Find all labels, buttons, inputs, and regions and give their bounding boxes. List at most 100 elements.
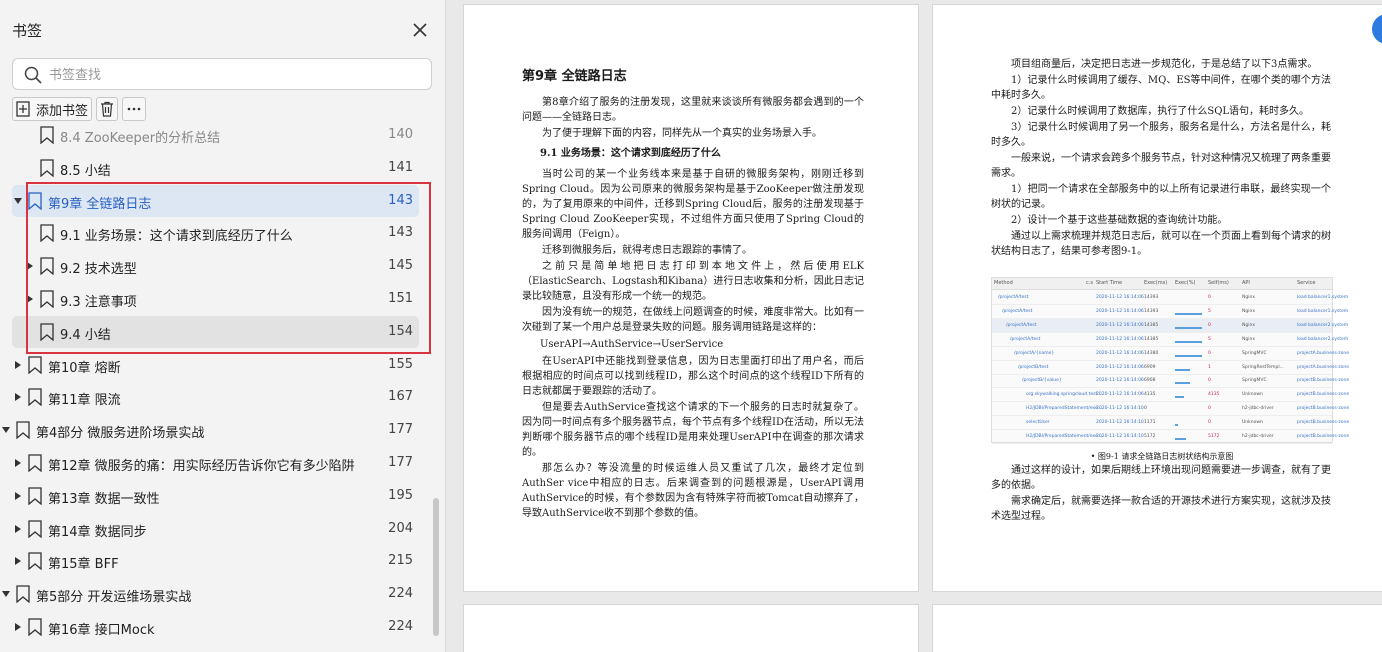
- figure-cell: 6909: [1144, 364, 1156, 370]
- bookmark-icon: [28, 519, 42, 538]
- figure-cell: 5172: [1208, 434, 1220, 439]
- figure-cell: 0: [1208, 406, 1211, 412]
- bookmark-item[interactable]: 9.2 技术选型 145: [12, 250, 419, 282]
- bookmark-item[interactable]: 8.4 ZooKeeper的分析总结 140: [12, 124, 419, 151]
- bookmark-page-number: 224: [388, 619, 413, 634]
- figure-cell: 0: [1144, 406, 1147, 412]
- bookmark-item[interactable]: 第13章 数据一致性 195: [12, 480, 419, 512]
- figure-cell: 5: [1208, 336, 1211, 342]
- figure-cell: h2-jdbc-driver: [1242, 406, 1274, 412]
- figure-header-cell: Method: [994, 280, 1013, 286]
- figure-row: /projectA/test 2020-11-12 16:14:06 14385 0 N…: [992, 318, 1348, 333]
- figure-cell: projectB.business-zone: [1297, 420, 1350, 426]
- bookmark-icon: [28, 388, 42, 407]
- bookmark-search-input[interactable]: [49, 63, 419, 87]
- bookmark-page-number: 204: [388, 520, 413, 536]
- figure-cell: 5172: [1144, 434, 1156, 439]
- figure-cell: SpringMVC: [1242, 378, 1267, 384]
- figure-cell: selectUser: [1026, 420, 1050, 426]
- figure-cell: 0: [1208, 295, 1211, 300]
- exec-percent-bar: [1175, 354, 1202, 357]
- collapse-arrow-icon[interactable]: [2, 426, 10, 434]
- expand-arrow-icon[interactable]: [14, 524, 22, 533]
- bookmark-item[interactable]: 第4部分 微服务进阶场景实战 177: [2, 414, 419, 446]
- sidebar-scrollbar[interactable]: [433, 498, 439, 636]
- bookmark-page-number: 151: [388, 291, 413, 306]
- bookmark-panel: 书签 添加书签 8.4 ZooKeeper的分析总结 140: [0, 0, 446, 652]
- bookmark-icon: [40, 159, 54, 177]
- collapse-arrow-icon[interactable]: [14, 197, 22, 205]
- figure-cell: projectB.business-zone: [1297, 392, 1350, 398]
- delete-bookmark-button[interactable]: [96, 97, 119, 121]
- figure-header-cell: c.s: [1086, 280, 1093, 286]
- expand-arrow-icon[interactable]: [14, 557, 22, 566]
- add-bookmark-label: 添加书签: [36, 103, 89, 119]
- document-page-right: 项目组商量后，决定把日志进一步规范化，于是总结了以下3点需求。 1）记录什么时候调…: [932, 4, 1382, 592]
- figure-cell: 1171: [1144, 420, 1156, 426]
- paragraph: 2）设计一个基于这些基础数据的查询统计功能。: [1011, 215, 1228, 226]
- expand-arrow-icon[interactable]: [14, 393, 22, 402]
- figure-cell: org.skywalking.springcloud.test...: [1026, 392, 1102, 398]
- expand-arrow-icon[interactable]: [14, 459, 22, 467]
- bookmark-item[interactable]: 第16章 接口Mock 224: [12, 611, 419, 643]
- figure-cell: /projectA/test: [1006, 322, 1037, 328]
- paragraph: 之前只是简单地把日志打印到本地文件上，然后使用ELK（ElasticSearch…: [522, 261, 864, 302]
- bookmark-title: 第5部分 开发运维场景实战: [36, 590, 192, 606]
- exec-percent-bar: [1175, 312, 1202, 315]
- page-right-body-top: 项目组商量后，决定把日志进一步规范化，于是总结了以下3点需求。 1）记录什么时候调…: [991, 57, 1331, 260]
- bookmark-item[interactable]: 9.3 注意事项 151: [12, 283, 419, 315]
- bookmark-icon: [40, 257, 54, 276]
- close-icon[interactable]: [410, 20, 430, 40]
- more-options-button[interactable]: [122, 97, 147, 121]
- figure-cell: 2020-11-12 16:14:06: [1096, 308, 1144, 314]
- bookmark-item[interactable]: 9.4 小结 154: [12, 315, 419, 348]
- expand-arrow-icon[interactable]: [14, 360, 22, 369]
- bookmark-item[interactable]: 8.5 小结 141: [12, 152, 419, 184]
- bookmark-item[interactable]: 第11章 限流 167: [12, 381, 419, 413]
- bookmark-icon: [28, 618, 42, 636]
- figure-cell: projectA.business-zone: [1297, 364, 1350, 370]
- bookmark-item[interactable]: 第12章 微服务的痛：用实际经历告诉你它有多少陷阱 177: [12, 447, 419, 479]
- figure-cell: 1: [1208, 364, 1211, 370]
- figure-row: /projectA/test 2020-11-12 16:14:06 14385 5 N…: [992, 333, 1348, 347]
- bookmark-toolbar: 添加书签: [12, 97, 147, 122]
- figure-cell: 5: [1208, 308, 1211, 314]
- search-icon: [24, 66, 42, 84]
- figure-cell: 0: [1208, 350, 1211, 356]
- bookmark-item[interactable]: 第15章 BFF 215: [12, 545, 419, 577]
- bookmark-item[interactable]: 9.1 业务场景：这个请求到底经历了什么 143: [12, 217, 419, 249]
- figure-cell: H2/JDBI/PreparedStatement/exe...: [1026, 434, 1103, 439]
- bookmark-item[interactable]: 第10章 熔断 155: [12, 349, 419, 381]
- figure-row: org.skywalking.springcloud.test... 2020-1…: [992, 388, 1349, 403]
- bookmark-title: 第16章 接口Mock: [48, 623, 155, 638]
- bookmark-page-number: 195: [388, 487, 413, 503]
- figure-header-cell: Exec(%): [1175, 280, 1196, 286]
- bookmark-search-box: [12, 58, 432, 90]
- bookmark-list: 8.4 ZooKeeper的分析总结 140 8.5 小结 141 第9章 全链路日志 1…: [0, 124, 445, 652]
- bookmark-title: 9.1 业务场景：这个请求到底经历了什么: [60, 229, 293, 245]
- figure-cell: 14380: [1144, 350, 1159, 356]
- bookmark-page-number: 143: [388, 225, 413, 241]
- figure-caption: • 图9-1 请求全链路日志树状结构示意图: [1090, 452, 1234, 461]
- expand-arrow-icon[interactable]: [14, 491, 22, 500]
- figure-cell: load balancer2.system: [1297, 336, 1349, 342]
- bookmark-title: 第13章 数据一致性: [48, 491, 160, 507]
- page-right-body-bottom: 通过这样的设计，如果后期线上环境出现问题需要进一步调查，就有了更多的依据。 需求确…: [991, 463, 1331, 525]
- expand-arrow-icon[interactable]: [14, 623, 22, 631]
- expand-arrow-icon[interactable]: [26, 262, 34, 271]
- expand-arrow-icon[interactable]: [26, 295, 34, 303]
- exec-percent-bar: [1175, 424, 1178, 427]
- bookmark-icon: [28, 355, 42, 374]
- bookmark-item[interactable]: 第5部分 开发运维场景实战 224: [2, 578, 419, 610]
- add-bookmark-icon: [16, 101, 30, 117]
- add-bookmark-button[interactable]: 添加书签: [12, 97, 93, 121]
- bookmark-item[interactable]: 第9章 全链路日志 143: [12, 184, 419, 217]
- figure-header-cell: Exec(ms): [1144, 280, 1168, 286]
- exec-percent-bar: [1175, 326, 1202, 329]
- figure-header-cell: Start Time: [1096, 280, 1123, 286]
- collapse-arrow-icon[interactable]: [2, 590, 10, 598]
- paragraph: 通过以上需求梳理并规范日志后，就可以在一个页面上看到每个请求的树状结构日志了，结…: [991, 231, 1331, 257]
- figure-header-cell: API: [1242, 280, 1250, 286]
- paragraph: 项目组商量后，决定把日志进一步规范化，于是总结了以下3点需求。: [1011, 59, 1318, 70]
- bookmark-item[interactable]: 第14章 数据同步 204: [12, 513, 419, 545]
